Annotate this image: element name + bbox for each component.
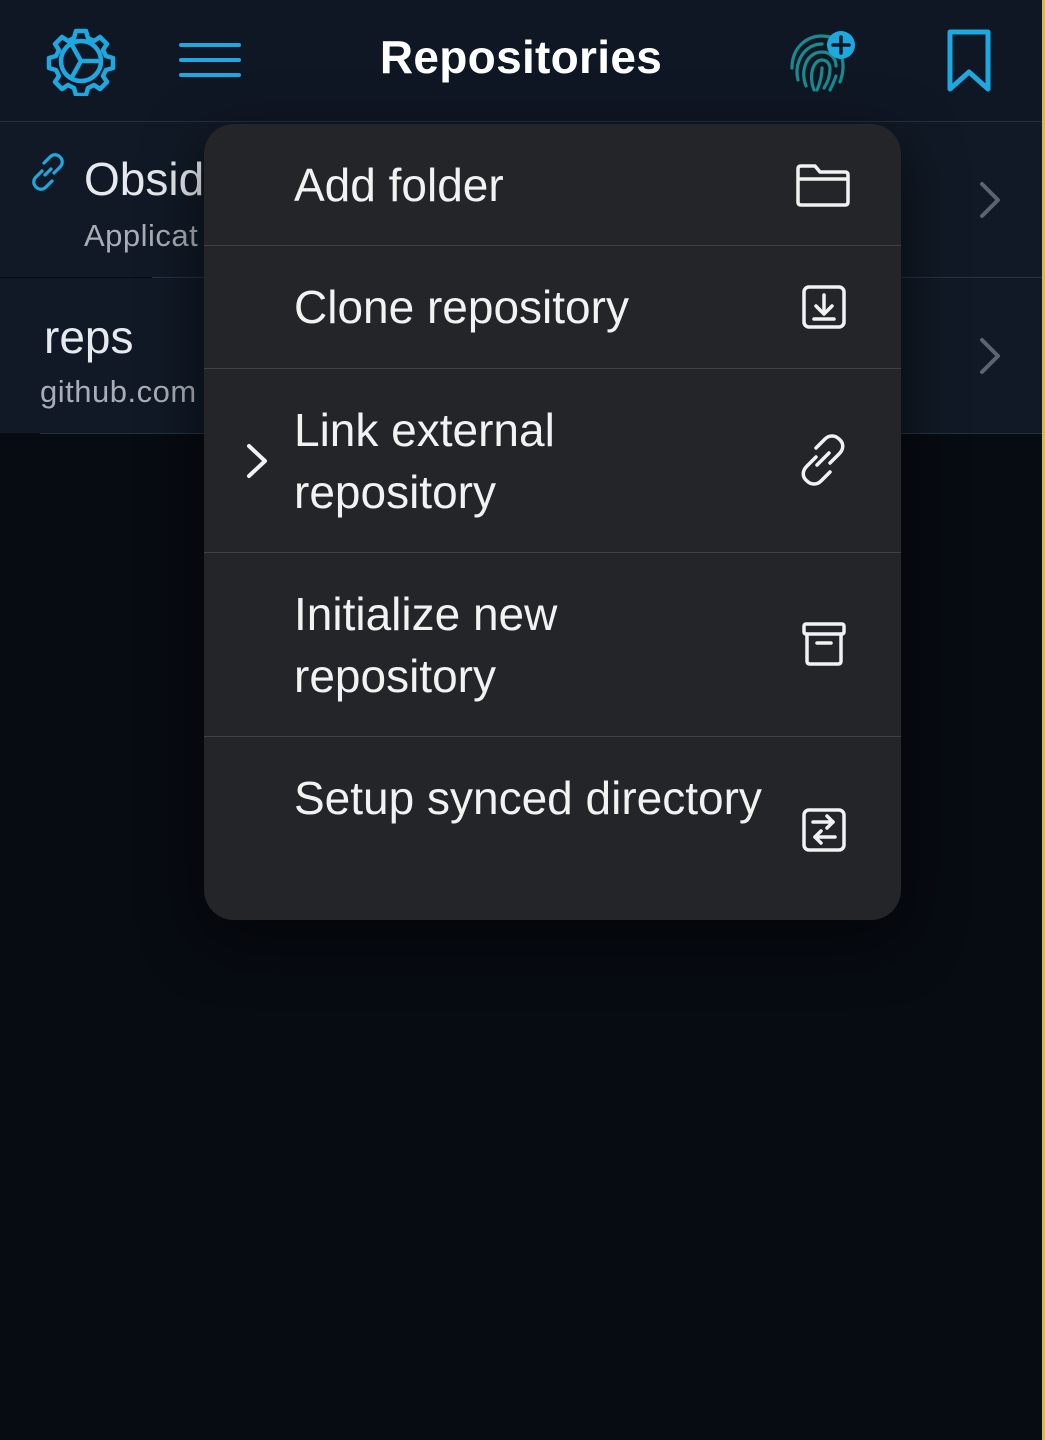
link-icon: [28, 152, 68, 197]
menu-item-initialize-new-repository[interactable]: Initialize new repository: [204, 553, 901, 736]
fingerprint-plus-icon[interactable]: [784, 28, 860, 99]
bookmark-icon[interactable]: [944, 28, 994, 99]
folder-icon: [795, 162, 851, 213]
repo-subtitle: github.com: [40, 374, 197, 409]
menu-item-label: Initialize new repository: [294, 588, 558, 702]
menu-item-clone-repository[interactable]: Clone repository: [204, 246, 901, 368]
menu-item-label: Link external repository: [294, 404, 555, 518]
repo-subtitle: Applicat: [84, 218, 199, 253]
archive-box-icon: [801, 621, 847, 672]
chevron-right-icon: [978, 336, 1002, 381]
menu-item-label: Clone repository: [294, 281, 629, 333]
screen: Repositories Obsid Applicat reps github.…: [0, 0, 1045, 1440]
repo-name: reps: [44, 311, 134, 363]
add-repository-menu: Add folder Clone repository Link externa…: [204, 124, 901, 920]
page-title: Repositories: [379, 31, 663, 83]
repo-name: Obsid: [84, 153, 205, 205]
menu-item-setup-synced-directory[interactable]: Setup synced directory: [204, 737, 901, 920]
top-bar: Repositories: [0, 0, 1042, 122]
link-icon: [797, 433, 849, 492]
menu-item-add-folder[interactable]: Add folder: [204, 124, 901, 245]
chevron-right-icon: [244, 443, 270, 484]
menu-item-link-external-repository[interactable]: Link external repository: [204, 369, 901, 552]
chevron-right-icon: [978, 180, 1002, 225]
download-box-icon: [801, 284, 847, 335]
menu-item-label: Add folder: [294, 159, 504, 211]
sync-arrows-box-icon: [801, 807, 847, 858]
menu-item-label: Setup synced directory: [294, 772, 762, 824]
